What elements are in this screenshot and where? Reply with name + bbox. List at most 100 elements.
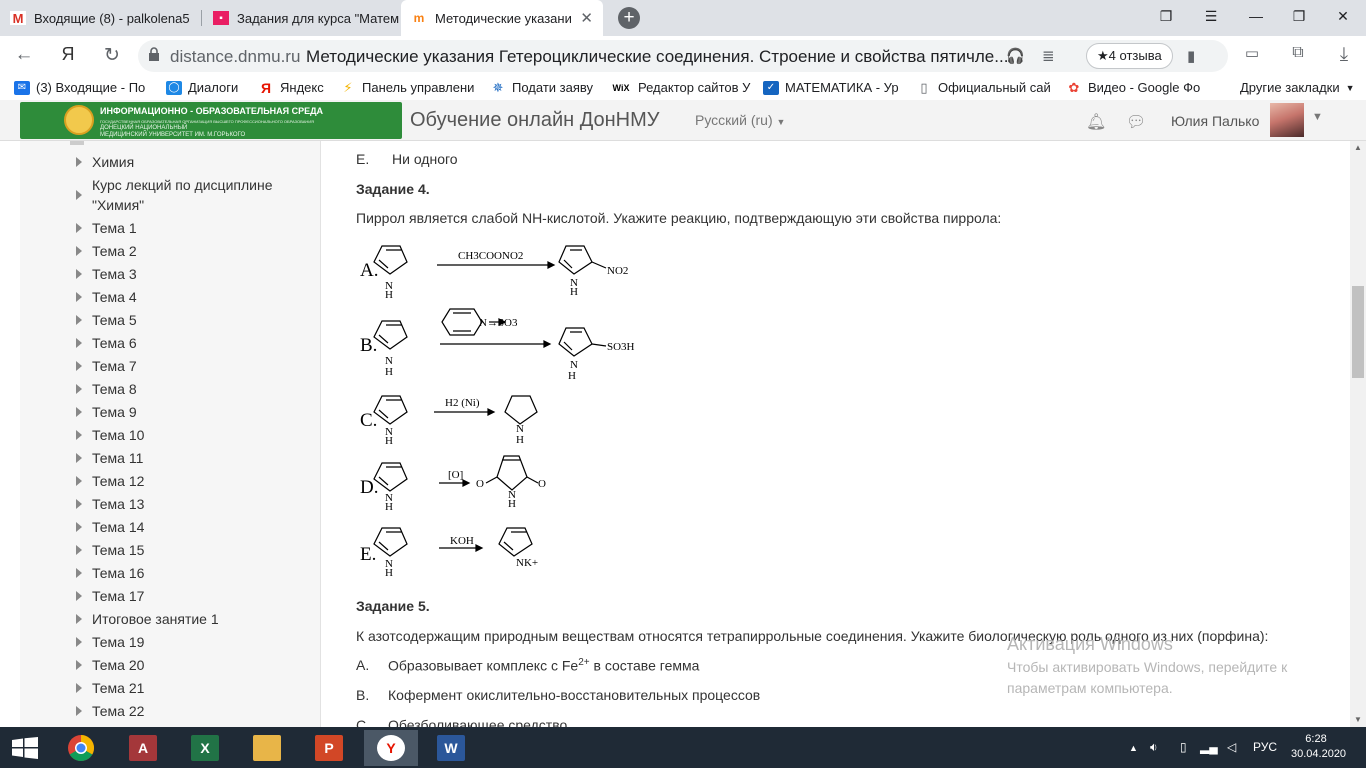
tray-chevron-up-icon[interactable]: ▲ [1129, 743, 1138, 753]
sidebar-item[interactable]: Тема 7 [92, 358, 137, 374]
tab-course-tasks[interactable]: ▪ Задания для курса "Матем [203, 0, 399, 36]
sidebar-item[interactable]: Тема 19 [92, 634, 144, 650]
tab-search-icon[interactable]: ❐ [1156, 8, 1176, 25]
action-center-icon[interactable]: ◁ [1227, 740, 1236, 754]
expand-arrow-icon[interactable] [76, 453, 82, 463]
sidebar-item[interactable]: Тема 15 [92, 542, 144, 558]
page-scrollbar[interactable]: ▲ ▼ [1350, 141, 1366, 727]
headphones-icon[interactable]: 🎧 [1006, 47, 1025, 65]
sidebar-item[interactable]: Тема 22 [92, 703, 144, 719]
scroll-down-icon[interactable]: ▼ [1354, 715, 1362, 724]
download-icon[interactable]: ⤓ [1332, 44, 1356, 66]
omnibox[interactable]: distance.dnmu.ru Методические указания Г… [138, 40, 1228, 72]
language-menu[interactable]: Русский (ru) ▼ [695, 112, 785, 128]
tab-methodical[interactable]: m Методические указани ✕ [401, 0, 603, 36]
access-taskbar-button[interactable]: A [118, 730, 168, 766]
sidebar-item[interactable]: Тема 9 [92, 404, 137, 420]
bookmark-icon[interactable]: ▮ [1187, 47, 1195, 65]
expand-arrow-icon[interactable] [76, 157, 82, 167]
sidebar-item[interactable]: Тема 20 [92, 657, 144, 673]
bookmark-item[interactable]: ✉ (3) Входящие - По [14, 80, 145, 95]
sidebar-item[interactable]: Тема 5 [92, 312, 137, 328]
expand-arrow-icon[interactable] [76, 522, 82, 532]
battery-tray-icon[interactable]: ▯ [1180, 740, 1187, 754]
network-icon[interactable]: ▂▄ [1200, 740, 1218, 754]
expand-arrow-icon[interactable] [76, 292, 82, 302]
expand-arrow-icon[interactable] [76, 637, 82, 647]
sidebar-item[interactable]: Тема 6 [92, 335, 137, 351]
bookmark-item[interactable]: WiX Редактор сайтов У [610, 80, 751, 95]
sidebar-item[interactable]: Тема 16 [92, 565, 144, 581]
clock[interactable]: 6:28 30.04.2020 [1291, 732, 1346, 762]
expand-arrow-icon[interactable] [76, 683, 82, 693]
expand-arrow-icon[interactable] [76, 384, 82, 394]
bookmark-item[interactable]: ◯ Диалоги [166, 80, 238, 95]
sidebar-item[interactable]: Тема 1 [92, 220, 137, 236]
sidebar-item[interactable]: Тема 11 [92, 450, 143, 466]
minimize-icon[interactable]: — [1246, 8, 1266, 24]
restore-icon[interactable]: ❐ [1289, 8, 1309, 25]
powerpoint-taskbar-button[interactable]: P [304, 730, 354, 766]
user-menu-chevron-icon[interactable]: ▼ [1312, 111, 1323, 123]
expand-arrow-icon[interactable] [76, 660, 82, 670]
scroll-up-icon[interactable]: ▲ [1354, 143, 1362, 152]
expand-arrow-icon[interactable] [76, 246, 82, 256]
windows-start-icon[interactable] [12, 737, 38, 759]
expand-arrow-icon[interactable] [76, 614, 82, 624]
bookmark-item[interactable]: ⚡ Панель управлени [340, 80, 474, 96]
user-name[interactable]: Юлия Палько [1171, 113, 1259, 129]
sidebar-item[interactable]: Тема 4 [92, 289, 137, 305]
bookmark-item[interactable]: ✵ Подати заяву [490, 80, 593, 96]
expand-arrow-icon[interactable] [76, 706, 82, 716]
expand-arrow-icon[interactable] [76, 223, 82, 233]
sidebar-item[interactable]: "Химия" [92, 197, 144, 213]
reviews-button[interactable]: ★4 отзыва [1086, 43, 1173, 69]
keyboard-language[interactable]: РУС [1253, 740, 1277, 754]
sidebar-item[interactable]: Тема 21 [92, 680, 144, 696]
menu-icon[interactable]: ☰ [1201, 8, 1221, 25]
reader-icon[interactable]: ≣ [1042, 47, 1055, 65]
battery-icon[interactable]: ▭ [1240, 44, 1264, 62]
volume-icon[interactable]: 🔉︎ [1150, 740, 1158, 755]
expand-arrow-icon[interactable] [76, 545, 82, 555]
yandex-browser-taskbar-button[interactable]: Y [364, 730, 418, 766]
sidebar-item[interactable]: Итоговое занятие 1 [92, 611, 219, 627]
close-tab-icon[interactable]: ✕ [580, 9, 593, 27]
scrollbar-thumb[interactable] [1352, 286, 1364, 378]
expand-arrow-icon[interactable] [76, 499, 82, 509]
expand-arrow-icon[interactable] [76, 407, 82, 417]
close-window-icon[interactable]: ✕ [1333, 8, 1353, 25]
bookmark-item[interactable]: ✿ Видео - Google Фо [1066, 80, 1201, 96]
sidebar-item[interactable]: Тема 17 [92, 588, 144, 604]
expand-arrow-icon[interactable] [76, 361, 82, 371]
expand-arrow-icon[interactable] [76, 430, 82, 440]
new-tab-button[interactable]: + [618, 7, 640, 29]
other-bookmarks[interactable]: Другие закладки ▼ [1240, 80, 1355, 95]
chrome-taskbar-button[interactable] [56, 730, 106, 766]
bookmark-item[interactable]: ▯ Официальный сай [916, 80, 1050, 96]
bookmark-item[interactable]: ✓ МАТЕМАТИКА - Ур [763, 80, 899, 95]
word-taskbar-button[interactable]: W [426, 730, 476, 766]
sidebar-item[interactable]: Тема 10 [92, 427, 144, 443]
avatar[interactable] [1270, 103, 1304, 137]
sidebar-item[interactable]: Химия [92, 154, 134, 170]
expand-arrow-icon[interactable] [76, 591, 82, 601]
expand-arrow-icon[interactable] [76, 338, 82, 348]
sidebar-item[interactable]: Курс лекций по дисциплине [92, 177, 272, 193]
yandex-logo-icon[interactable]: Я [56, 44, 80, 65]
bookmark-item[interactable]: Я Яндекс [258, 80, 324, 96]
expand-arrow-icon[interactable] [76, 315, 82, 325]
reload-icon[interactable]: ↻ [100, 44, 124, 67]
site-name[interactable]: Обучение онлайн ДонНМУ [410, 109, 660, 132]
back-icon[interactable]: ← [12, 44, 36, 66]
sidebar-item[interactable]: Тема 8 [92, 381, 137, 397]
expand-arrow-icon[interactable] [76, 568, 82, 578]
extension-icon[interactable]: ⧉ [1286, 44, 1310, 62]
sidebar-item[interactable]: Тема 3 [92, 266, 137, 282]
sidebar-item[interactable]: Тема 12 [92, 473, 144, 489]
sidebar-item[interactable]: Тема 2 [92, 243, 137, 259]
expand-arrow-icon[interactable] [76, 190, 82, 200]
tab-gmail[interactable]: M Входящие (8) - palkolena5 [0, 0, 200, 36]
explorer-taskbar-button[interactable] [242, 730, 292, 766]
sidebar-item[interactable]: Тема 14 [92, 519, 144, 535]
